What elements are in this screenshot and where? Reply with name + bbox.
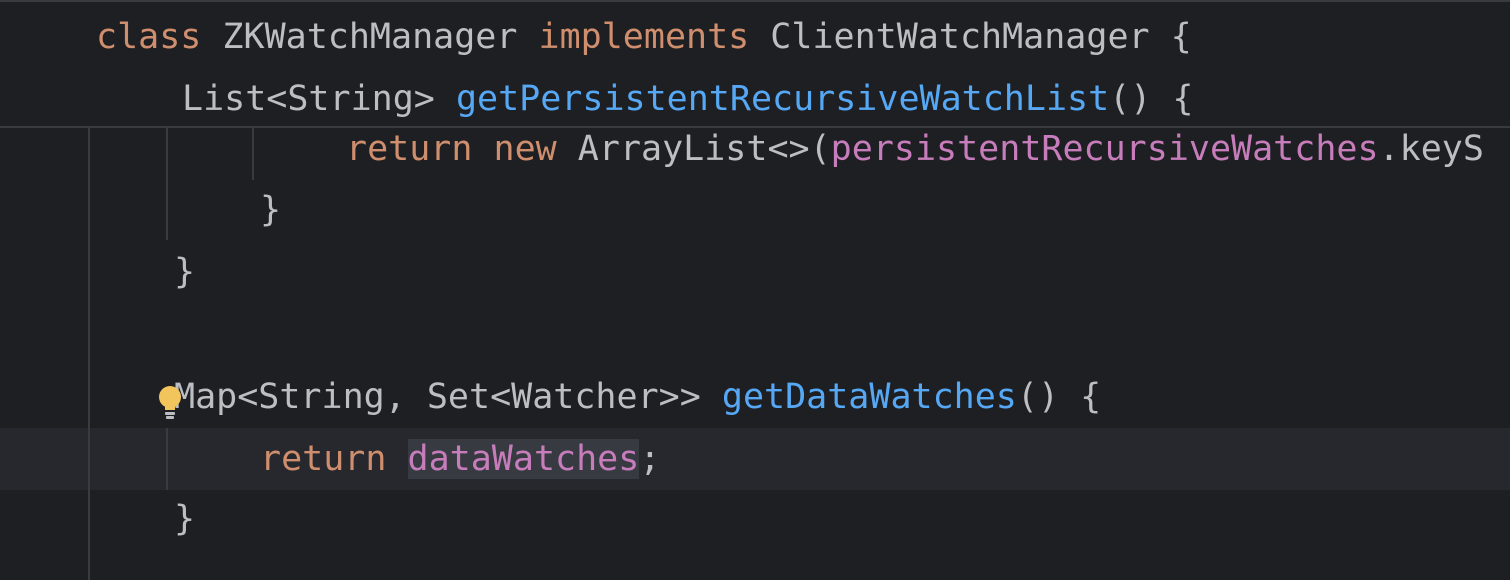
- field-reference: persistentRecursiveWatches: [830, 129, 1379, 169]
- sticky-scope-header[interactable]: class ZKWatchManager implements ClientWa…: [0, 0, 1510, 128]
- lightbulb-icon[interactable]: [158, 384, 182, 420]
- highlighted-field-reference[interactable]: dataWatches: [407, 439, 640, 479]
- current-line-highlight: [0, 428, 1510, 490]
- method-call-tail: .keyS: [1378, 129, 1484, 169]
- code-line-return-field[interactable]: return dataWatches;: [260, 428, 660, 490]
- indent-guide: [88, 128, 90, 580]
- code-line-closing-brace[interactable]: }: [260, 179, 281, 241]
- keyword-class: class: [96, 17, 202, 57]
- indent-guide: [166, 428, 168, 490]
- sticky-line-class-declaration[interactable]: class ZKWatchManager implements ClientWa…: [96, 6, 1192, 68]
- keyword-implements: implements: [538, 17, 750, 57]
- closing-brace: }: [174, 499, 196, 539]
- keyword-return: return: [346, 129, 473, 169]
- code-line-closing-brace[interactable]: }: [174, 241, 195, 303]
- code-line-method-declaration[interactable]: Map<String, Set<Watcher>> getDataWatches…: [174, 366, 1101, 428]
- method-name: getPersistentRecursiveWatchList: [455, 79, 1110, 119]
- indent-guide: [252, 128, 254, 180]
- code-editor[interactable]: class ZKWatchManager implements ClientWa…: [0, 0, 1510, 580]
- return-type: Map<String, Set<Watcher>>: [174, 377, 722, 417]
- method-params: () {: [1016, 377, 1102, 417]
- method-params: () {: [1109, 79, 1194, 119]
- closing-brace: }: [174, 252, 196, 292]
- class-name: ZKWatchManager: [201, 17, 539, 57]
- keyword-new: new: [493, 129, 557, 169]
- return-type: List<String>: [182, 79, 456, 119]
- method-name: getDataWatches: [721, 377, 1017, 417]
- sticky-line-method-declaration[interactable]: List<String> getPersistentRecursiveWatch…: [182, 68, 1193, 130]
- interface-name: ClientWatchManager {: [749, 17, 1192, 57]
- code-line-closing-brace[interactable]: }: [174, 488, 195, 550]
- closing-brace: }: [260, 190, 282, 230]
- indent-guide: [166, 128, 168, 240]
- semicolon: ;: [639, 439, 661, 479]
- constructor-call: ArrayList<>(: [556, 129, 831, 169]
- keyword-return: return: [260, 439, 387, 479]
